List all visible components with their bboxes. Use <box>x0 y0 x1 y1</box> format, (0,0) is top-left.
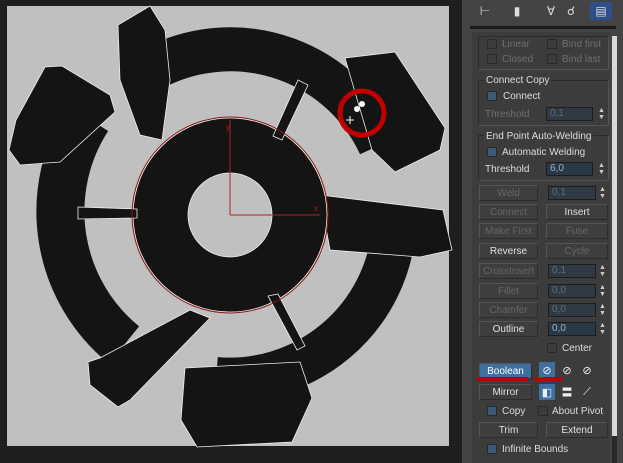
scrollbar[interactable] <box>612 36 617 463</box>
bind-last-checkbox[interactable] <box>547 54 557 64</box>
center-label: Center <box>562 343 593 354</box>
trim-button[interactable]: Trim <box>479 422 538 438</box>
reverse-button[interactable]: Reverse <box>479 243 538 259</box>
fillet-value-input[interactable]: 0,0 <box>548 284 596 298</box>
extend-button[interactable]: Extend <box>546 422 608 438</box>
divider <box>470 26 616 29</box>
weld-threshold-spinner[interactable]: ▲ ▼ <box>598 162 605 176</box>
closed-label: Closed <box>502 54 534 65</box>
fillet-button[interactable]: Fillet <box>479 283 538 299</box>
weld-button[interactable]: Weld <box>479 185 538 201</box>
blob-bottom <box>180 361 313 448</box>
utilities-icon[interactable]: ▤ <box>590 2 612 20</box>
chamfer-value-input[interactable]: 0,0 <box>548 303 596 317</box>
outline-spinner[interactable]: ▲ ▼ <box>599 322 606 336</box>
spline-viewport-canvas[interactable]: y x <box>0 0 462 463</box>
auto-weld-title: End Point Auto-Welding <box>484 131 594 142</box>
crossinsert-button[interactable]: CrossInsert <box>479 263 538 279</box>
connect-label: Connect <box>503 91 541 102</box>
cycle-button[interactable]: Cycle <box>546 243 608 259</box>
connect-threshold-spinner[interactable]: ▲ ▼ <box>598 107 605 121</box>
linear-label: Linear <box>502 39 530 50</box>
connect-threshold-input[interactable]: 0,1 <box>546 107 593 121</box>
weld-value-spinner[interactable]: ▲ ▼ <box>599 186 606 200</box>
gizmo-x-label: x <box>314 204 318 213</box>
mirror-horizontal-icon[interactable]: ◧ <box>539 384 555 400</box>
weld-value-input[interactable]: 0,1 <box>548 186 596 200</box>
center-checkbox[interactable] <box>547 343 557 353</box>
spoke-left <box>77 206 138 220</box>
fillet-spinner[interactable]: ▲ ▼ <box>599 284 606 298</box>
mirror-both-icon[interactable]: ⟋ <box>579 384 595 400</box>
fuse-button[interactable]: Fuse <box>546 223 608 239</box>
mirror-button[interactable]: Mirror <box>479 384 532 400</box>
hierarchy-icon[interactable]: ▮ <box>506 2 528 20</box>
viewport[interactable]: y x <box>0 0 462 463</box>
outline-value-input[interactable]: 0,0 <box>548 322 596 336</box>
intersect-icon[interactable]: ⊘ <box>579 362 595 378</box>
bind-first-checkbox[interactable] <box>547 39 557 49</box>
connect-checkbox[interactable] <box>487 91 497 101</box>
connect-threshold-label: Threshold <box>485 109 530 120</box>
about-pivot-label: About Pivot <box>552 406 604 417</box>
chamfer-button[interactable]: Chamfer <box>479 302 538 318</box>
chamfer-spinner[interactable]: ▲ ▼ <box>599 303 606 317</box>
display-icon[interactable]: ☌ <box>560 2 582 20</box>
closed-checkbox[interactable] <box>487 54 497 64</box>
insert-button[interactable]: Insert <box>546 204 608 220</box>
weld-threshold-label: Threshold <box>485 164 530 175</box>
subtract-icon[interactable]: ⊘ <box>559 362 575 378</box>
bind-first-label: Bind first <box>562 39 601 50</box>
outline-button[interactable]: Outline <box>479 321 538 337</box>
connect-copy-title: Connect Copy <box>484 75 552 86</box>
copy-checkbox[interactable] <box>487 406 497 416</box>
pin-icon[interactable]: ⊢ <box>474 2 496 20</box>
boolean-underline <box>477 377 528 381</box>
connect-button[interactable]: Connect <box>479 204 538 220</box>
weld-threshold-input[interactable]: 6,0 <box>546 162 593 176</box>
linear-checkbox[interactable] <box>487 39 497 49</box>
mirror-vertical-icon[interactable]: 〓 <box>559 384 575 400</box>
gizmo-y-label: y <box>226 123 230 132</box>
about-pivot-checkbox[interactable] <box>538 406 548 416</box>
command-panel: ⊢ ▮ ∀ ☌ ▤ Linear Bind first Closed Bind … <box>462 0 623 463</box>
infinite-bounds-checkbox[interactable] <box>487 444 497 454</box>
union-underline <box>534 377 562 381</box>
crossinsert-value-input[interactable]: 0,1 <box>548 264 596 278</box>
make-first-button[interactable]: Make First <box>479 223 538 239</box>
union-icon[interactable]: ⊘ <box>539 362 555 378</box>
automatic-welding-checkbox[interactable] <box>487 147 497 157</box>
copy-label: Copy <box>502 406 526 417</box>
bind-last-label: Bind last <box>562 54 601 65</box>
crossinsert-spinner[interactable]: ▲ ▼ <box>599 264 606 278</box>
motion-icon[interactable]: ∀ <box>540 2 562 20</box>
automatic-welding-label: Automatic Welding <box>502 147 586 158</box>
infinite-bounds-label: Infinite Bounds <box>502 444 569 455</box>
